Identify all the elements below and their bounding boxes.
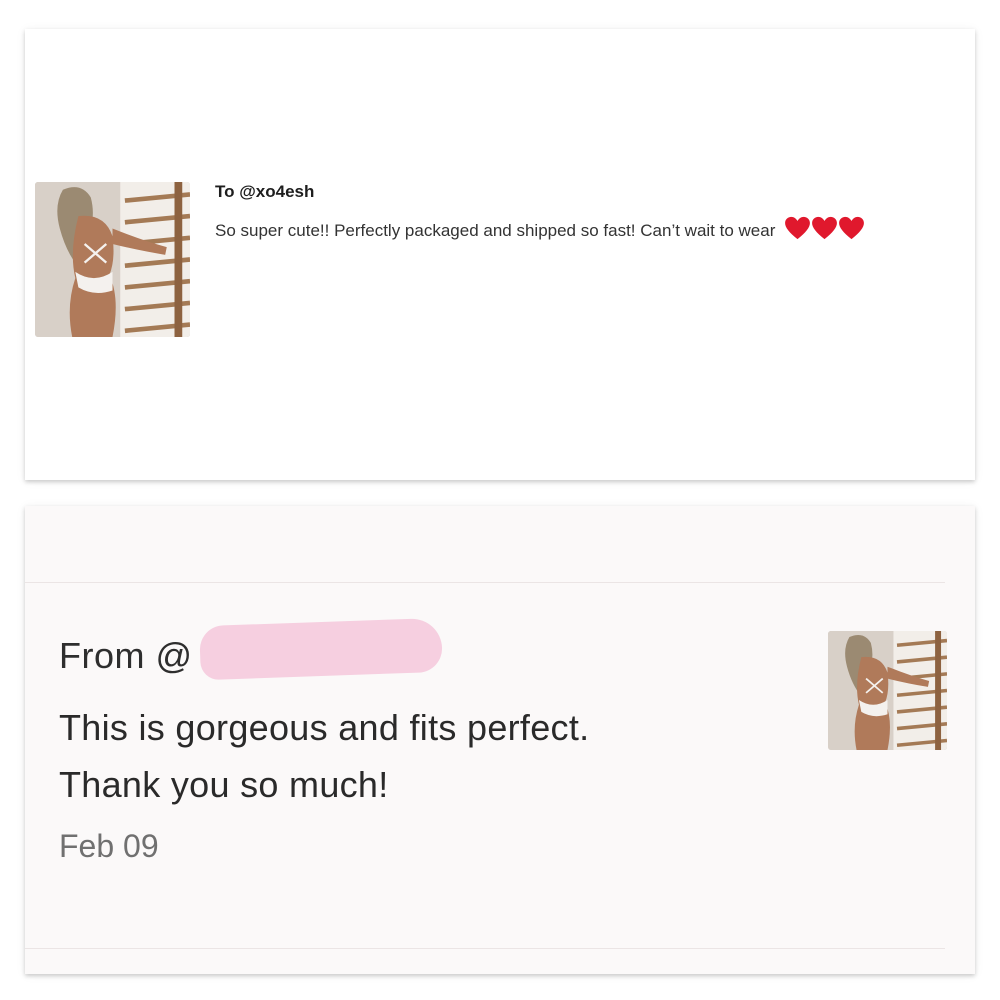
redaction-mark [199,617,443,681]
divider [25,948,945,949]
heart-icon [812,216,838,240]
product-thumbnail[interactable] [828,631,947,750]
review-card-to: To @xo4esh So super cute!! Perfectly pac… [25,29,975,480]
review-line: Thank you so much! [59,764,389,805]
review-line: This is gorgeous and fits perfect. [59,707,590,748]
sender-label: From @ [59,635,193,676]
review-text: So super cute!! Perfectly packaged and s… [215,216,865,241]
heart-icon [785,216,811,240]
heart-icon [839,216,865,240]
review-text: This is gorgeous and fits perfect. Thank… [59,699,799,813]
review-text-body: So super cute!! Perfectly packaged and s… [215,221,776,240]
review-card-from: From @ This is gorgeous and fits perfect… [25,506,975,974]
product-thumbnail[interactable] [35,182,190,337]
product-photo-image [828,631,947,750]
recipient-label: To @xo4esh [215,182,315,201]
divider [25,582,945,583]
review-date: Feb 09 [59,828,159,864]
product-photo-image [35,182,190,337]
hearts-group [784,216,865,240]
